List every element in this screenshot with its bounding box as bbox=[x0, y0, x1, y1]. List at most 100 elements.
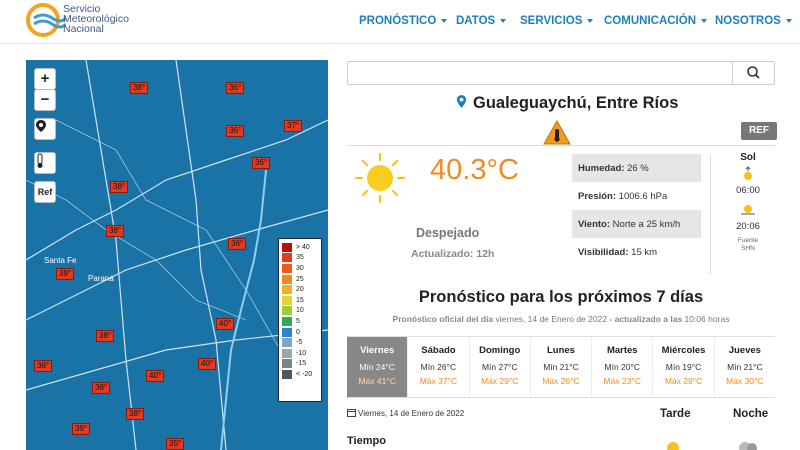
day-tab[interactable]: Miércoles Mín 19°C Máx 29°C bbox=[653, 337, 715, 397]
legend-row: 30 bbox=[282, 263, 318, 274]
updated-label: Actualizado: 12h bbox=[411, 248, 495, 260]
map-temp-label[interactable]: 38° bbox=[96, 330, 115, 342]
legend-label: -10 bbox=[296, 349, 307, 357]
nav-servicios[interactable]: SERVICIOS bbox=[520, 15, 594, 27]
legend-swatch bbox=[282, 338, 292, 348]
map-temp-label[interactable]: 36° bbox=[228, 238, 247, 250]
forecast-sub-d: 10:06 horas bbox=[684, 314, 730, 324]
legend-swatch bbox=[282, 306, 292, 316]
site-header: Servicio Meteorológico Nacional PRONÓSTI… bbox=[0, 0, 800, 44]
map-temp-label[interactable]: 38° bbox=[130, 82, 149, 94]
day-tab[interactable]: Martes Mín 20°C Máx 23°C bbox=[592, 337, 654, 397]
day-name: Domingo bbox=[479, 345, 521, 356]
legend-swatch bbox=[282, 316, 292, 326]
day-min: Mín 24°C bbox=[359, 362, 395, 372]
date-text: Viernes, 14 de Enero de 2022 bbox=[358, 409, 465, 418]
thermometer-button[interactable] bbox=[34, 152, 56, 174]
day-tab[interactable]: Domingo Mín 27°C Máx 29°C bbox=[470, 337, 531, 397]
day-name: Martes bbox=[606, 345, 638, 356]
search-button[interactable] bbox=[732, 62, 774, 84]
day-min: Mín 21°C bbox=[727, 362, 763, 372]
search-input[interactable] bbox=[348, 62, 732, 84]
day-name: Sábado bbox=[421, 345, 456, 356]
source-value: SHN bbox=[741, 245, 755, 252]
day-min: Mín 26°C bbox=[420, 362, 457, 372]
weather-stats: Humedad: 26 % Presión: 1006.6 hPa Viento… bbox=[572, 154, 701, 266]
map-temp-label[interactable]: 39° bbox=[72, 423, 91, 435]
nav-label: PRONÓSTICO bbox=[359, 15, 437, 27]
legend-label: 35 bbox=[296, 254, 304, 262]
day-max: Máx 29°C bbox=[480, 376, 519, 386]
night-header: Noche bbox=[733, 408, 769, 420]
stat-value: 1006.6 hPa bbox=[618, 191, 668, 202]
sun-times: Sol 06:00 20:06 Fuente SHN bbox=[720, 152, 776, 253]
location-pin-button[interactable] bbox=[34, 118, 56, 140]
sun-title: Sol bbox=[740, 152, 756, 163]
city-label-parana: Paraná bbox=[88, 274, 114, 283]
zoom-in-button[interactable]: + bbox=[34, 68, 56, 90]
map-temp-label[interactable]: 35° bbox=[166, 438, 185, 450]
stat-label: Presión: bbox=[578, 191, 617, 202]
legend-label: 25 bbox=[296, 275, 304, 283]
day-tab[interactable]: Jueves Mín 21°C Máx 30°C bbox=[715, 337, 775, 397]
divider bbox=[710, 154, 711, 274]
ref-map-button[interactable]: Ref bbox=[34, 181, 56, 203]
legend-swatch bbox=[282, 285, 292, 295]
nav-datos[interactable]: DATOS bbox=[456, 15, 507, 27]
day-name: Miércoles bbox=[661, 345, 706, 356]
day-max: Máx 41°C bbox=[358, 376, 396, 386]
stat-pressure: Presión: 1006.6 hPa bbox=[572, 182, 701, 210]
stat-label: Viento: bbox=[578, 219, 611, 230]
smn-logo-icon[interactable] bbox=[26, 2, 66, 38]
nav-comunicacion[interactable]: COMUNICACIÓN bbox=[604, 15, 707, 27]
legend-row: 10 bbox=[282, 306, 318, 317]
map-temp-label[interactable]: 38° bbox=[106, 225, 125, 237]
map-temp-label[interactable]: 38° bbox=[92, 382, 111, 394]
legend-row: -15 bbox=[282, 359, 318, 370]
map-temp-label[interactable]: 39° bbox=[56, 268, 75, 280]
legend-row: 5 bbox=[282, 316, 318, 327]
legend-row: -10 bbox=[282, 348, 318, 359]
stat-wind: Viento: Norte a 25 km/h bbox=[572, 210, 701, 238]
map-temp-label[interactable]: 36° bbox=[252, 157, 271, 169]
legend-row: 0 bbox=[282, 327, 318, 338]
nav-pronostico[interactable]: PRONÓSTICO bbox=[359, 15, 448, 27]
stat-value: Norte a 25 km/h bbox=[612, 219, 681, 230]
brand-name[interactable]: Servicio Meteorológico Nacional bbox=[63, 4, 129, 35]
day-min: Mín 20°C bbox=[604, 362, 641, 372]
map-temp-label[interactable]: 36° bbox=[226, 82, 245, 94]
day-tab[interactable]: Sábado Mín 26°C Máx 37°C bbox=[408, 337, 470, 397]
legend-swatch bbox=[282, 359, 292, 369]
day-tab[interactable]: Lunes Mín 21°C Máx 26°C bbox=[531, 337, 593, 397]
day-max: Máx 26°C bbox=[542, 376, 580, 386]
weather-map[interactable]: + − Ref 38° 36° 36° 37° 36° 38° 38° 36° … bbox=[26, 60, 328, 450]
map-temp-label[interactable]: 40° bbox=[216, 318, 235, 330]
stat-visibility: Visibilidad: 15 km bbox=[572, 238, 701, 266]
sunrise-time: 06:00 bbox=[736, 185, 760, 196]
source-label: Fuente bbox=[737, 237, 759, 244]
nav-label: COMUNICACIÓN bbox=[604, 15, 696, 27]
caret-down-icon bbox=[701, 18, 707, 23]
legend-row: < -20 bbox=[282, 369, 318, 380]
day-max: Máx 37°C bbox=[419, 376, 458, 386]
day-tab[interactable]: Viernes Mín 24°C Máx 41°C bbox=[347, 337, 409, 397]
sunset-icon bbox=[741, 205, 755, 215]
map-temp-label[interactable]: 38° bbox=[110, 181, 129, 193]
partly-sunny-icon bbox=[667, 442, 679, 450]
sunrise-icon bbox=[744, 166, 752, 180]
stat-value: 26 % bbox=[627, 163, 649, 174]
map-temp-label[interactable]: 40° bbox=[146, 370, 165, 382]
map-temp-label[interactable]: 40° bbox=[198, 358, 217, 370]
search-icon bbox=[747, 66, 760, 79]
map-temp-label[interactable]: 36° bbox=[34, 360, 53, 372]
legend-label: > 40 bbox=[296, 243, 310, 251]
map-temp-label[interactable]: 37° bbox=[284, 120, 303, 132]
map-temp-label[interactable]: 36° bbox=[226, 125, 245, 137]
heat-alert-icon[interactable] bbox=[543, 120, 571, 145]
location-search[interactable] bbox=[347, 61, 775, 85]
nav-nosotros[interactable]: NOSOTROS bbox=[715, 15, 792, 27]
forecast-title: Pronóstico para los próximos 7 días bbox=[418, 288, 704, 306]
map-temp-label[interactable]: 38° bbox=[126, 408, 145, 420]
zoom-out-button[interactable]: − bbox=[34, 89, 56, 111]
ref-button[interactable]: REF bbox=[741, 122, 777, 140]
